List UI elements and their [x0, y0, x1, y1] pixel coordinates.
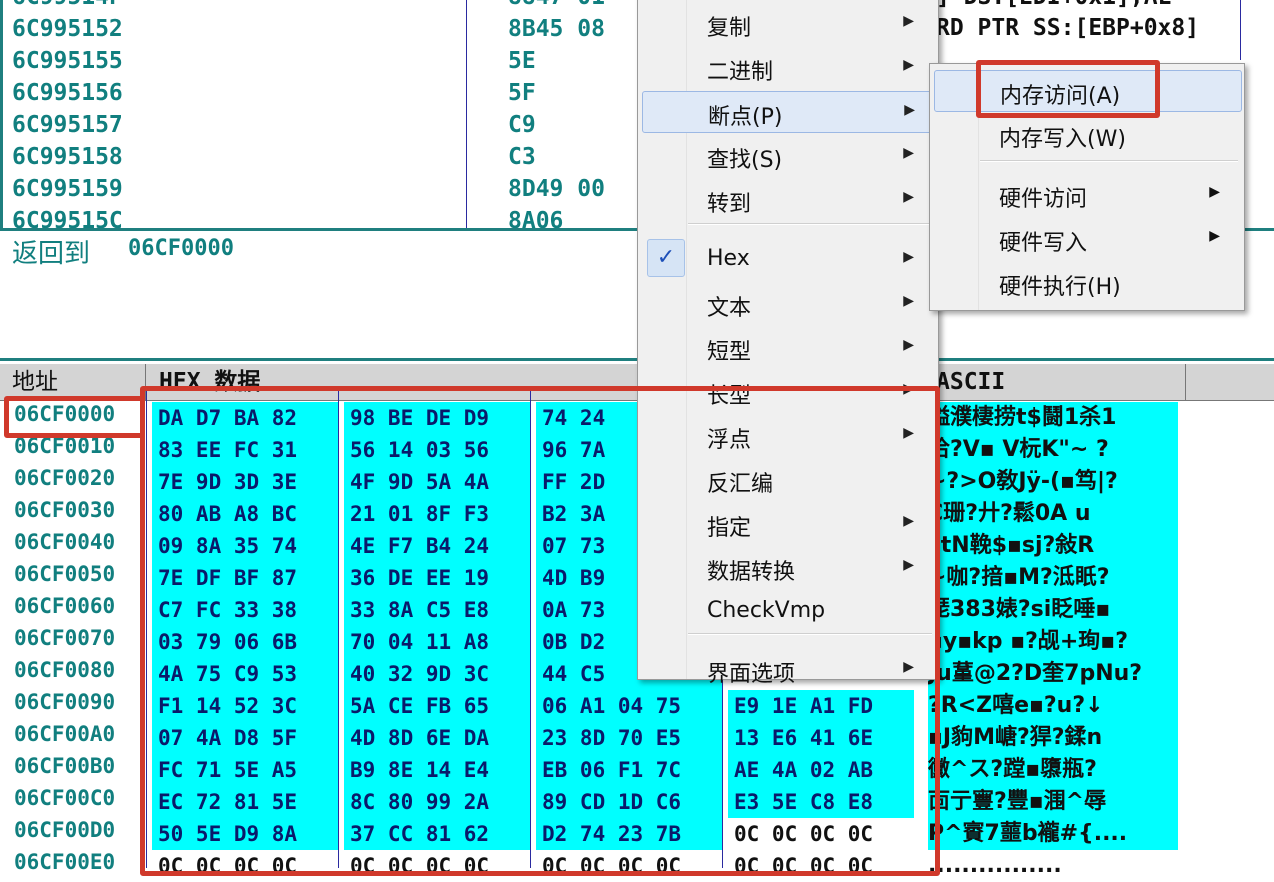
disasm-address: 6C99515C: [12, 208, 123, 228]
submenu-arrow-icon: ▶: [904, 102, 915, 118]
menu-item-6[interactable]: 文本 ▶: [642, 283, 934, 323]
dump-address: 06CF0080: [14, 658, 116, 682]
dump-ascii: 黴^ス?蹚▪隳瓶?: [928, 754, 1178, 786]
disasm-bytes: 8D49 00: [508, 176, 605, 202]
info-value: 06CF0000: [128, 236, 234, 261]
submenu-arrow-icon: ▶: [903, 249, 914, 265]
column-header-address[interactable]: 地址: [0, 364, 146, 400]
menu-item-label: 短型: [707, 340, 752, 365]
disasm-bytes: C3: [508, 144, 536, 170]
dump-address: 06CF0020: [14, 466, 116, 490]
submenu-arrow-icon: ▶: [903, 57, 914, 73]
column-separator: [1240, 0, 1241, 60]
dump-ascii: Ju蓳@2?D奎7pNu?: [928, 658, 1178, 690]
annotation-box-memory-access: [976, 60, 1160, 118]
check-icon: ✓: [647, 239, 685, 277]
disasm-address: 6C99514F: [12, 0, 123, 10]
dump-ascii: 琵383婊?si眨唾▪: [928, 594, 1178, 626]
menu-item-5[interactable]: ✓ Hex ▶: [642, 239, 934, 279]
menu-item-label: 断点(P): [708, 105, 783, 130]
dump-address: 06CF00C0: [14, 786, 116, 810]
menu-item-label: Hex: [707, 246, 750, 271]
submenu-item-2[interactable]: 硬件访问 ▶: [934, 174, 1240, 214]
menu-item-2[interactable]: 断点(P) ▶: [642, 91, 936, 133]
annotation-box-hex: [140, 386, 940, 876]
dump-ascii: ~?>O敎Jÿ-(▪笃|?: [928, 466, 1178, 498]
menu-item-3[interactable]: 查找(S) ▶: [642, 135, 934, 175]
dump-ascii: €珊?廾?鬆0A u: [928, 498, 1178, 530]
dump-address: 06CF00D0: [14, 818, 116, 842]
menu-item-label: 查找(S): [707, 148, 783, 173]
pane-border: [0, 0, 3, 228]
dump-ascii: ?R<Z嘻e▪?u?↓: [928, 690, 1178, 722]
disasm-address: 6C995156: [12, 80, 123, 106]
disasm-bytes: 8847 01: [508, 0, 605, 10]
submenu-arrow-icon: ▶: [903, 293, 914, 309]
submenu-arrow-icon: ▶: [1209, 228, 1220, 244]
submenu-item-4[interactable]: 硬件执行(H): [934, 262, 1240, 302]
dump-ascii: ?tN鞔$▪sj?敍R: [928, 530, 1178, 562]
menu-item-4[interactable]: 转到 ▶: [642, 179, 934, 219]
menu-separator: [980, 160, 1238, 162]
dump-ascii: ▪y▪kp ▪?觇+珣▪?: [928, 626, 1178, 658]
dump-ascii: P^賨7蘁b襱#{....: [928, 818, 1178, 850]
column-separator: [466, 0, 467, 228]
submenu-item-label: 硬件执行(H): [999, 275, 1121, 300]
dump-address: 06CF00B0: [14, 754, 116, 778]
disasm-operand: RD PTR SS:[EBP+0x8]: [936, 15, 1200, 41]
submenu-item-3[interactable]: 硬件写入 ▶: [934, 218, 1240, 258]
dump-ascii: 谥濮棲捞t$鬪1杀1: [928, 402, 1178, 434]
dump-address: 06CF0030: [14, 498, 116, 522]
dump-address: 06CF00E0: [14, 850, 116, 874]
dump-ascii: ▪J豿M嵣?猂?鍒n: [928, 722, 1178, 754]
menu-item-label: 转到: [707, 192, 752, 217]
disasm-bytes: C9: [508, 112, 536, 138]
disasm-address: 6C995155: [12, 48, 123, 74]
menu-item-7[interactable]: 短型 ▶: [642, 327, 934, 367]
dump-ascii: ~咖?揞▪M?泜眂?: [928, 562, 1178, 594]
menu-item-label: 复制: [707, 16, 752, 41]
submenu-arrow-icon: ▶: [903, 13, 914, 29]
dump-address: 06CF0090: [14, 690, 116, 714]
menu-item-label: 文本: [707, 296, 752, 321]
disasm-bytes: 8B45 08: [508, 16, 605, 42]
disasm-bytes: 5E: [508, 48, 536, 74]
submenu-item-label: 硬件访问: [999, 187, 1088, 212]
submenu-item-label: 硬件写入: [999, 231, 1088, 256]
disasm-bytes: 5F: [508, 80, 536, 106]
dump-address: 06CF0070: [14, 626, 116, 650]
menu-item-0[interactable]: 复制 ▶: [642, 3, 934, 43]
disasm-address: 6C995157: [12, 112, 123, 138]
column-header-ascii[interactable]: ASCII: [928, 364, 1186, 400]
menu-separator: [688, 223, 932, 225]
dump-address: 06CF0040: [14, 530, 116, 554]
dump-ascii: ................: [928, 850, 1178, 882]
disasm-address: 6C995159: [12, 176, 123, 202]
submenu-arrow-icon: ▶: [903, 145, 914, 161]
dump-address: 06CF0050: [14, 562, 116, 586]
annotation-box-address: [4, 396, 145, 438]
submenu-arrow-icon: ▶: [903, 189, 914, 205]
disasm-operand: ] DS:[EDI+0x1],AL: [936, 0, 1171, 10]
submenu-item-1[interactable]: 内存写入(W): [934, 114, 1240, 154]
info-label: 返回到: [12, 239, 91, 269]
dump-address: 06CF00A0: [14, 722, 116, 746]
dump-ascii: 靣亍寷?豐▪涠^辱: [928, 786, 1178, 818]
disasm-address: 6C995158: [12, 144, 123, 170]
dump-address: 06CF0060: [14, 594, 116, 618]
menu-item-1[interactable]: 二进制 ▶: [642, 47, 934, 87]
submenu-arrow-icon: ▶: [903, 337, 914, 353]
menu-item-label: 二进制: [707, 60, 774, 85]
submenu-item-label: 内存写入(W): [999, 127, 1126, 152]
disasm-address: 6C995152: [12, 16, 123, 42]
dump-ascii: 冾?V▪ V杬K"~ ?: [928, 434, 1178, 466]
submenu-arrow-icon: ▶: [1209, 184, 1220, 200]
disasm-bytes: 8A06: [508, 208, 564, 228]
